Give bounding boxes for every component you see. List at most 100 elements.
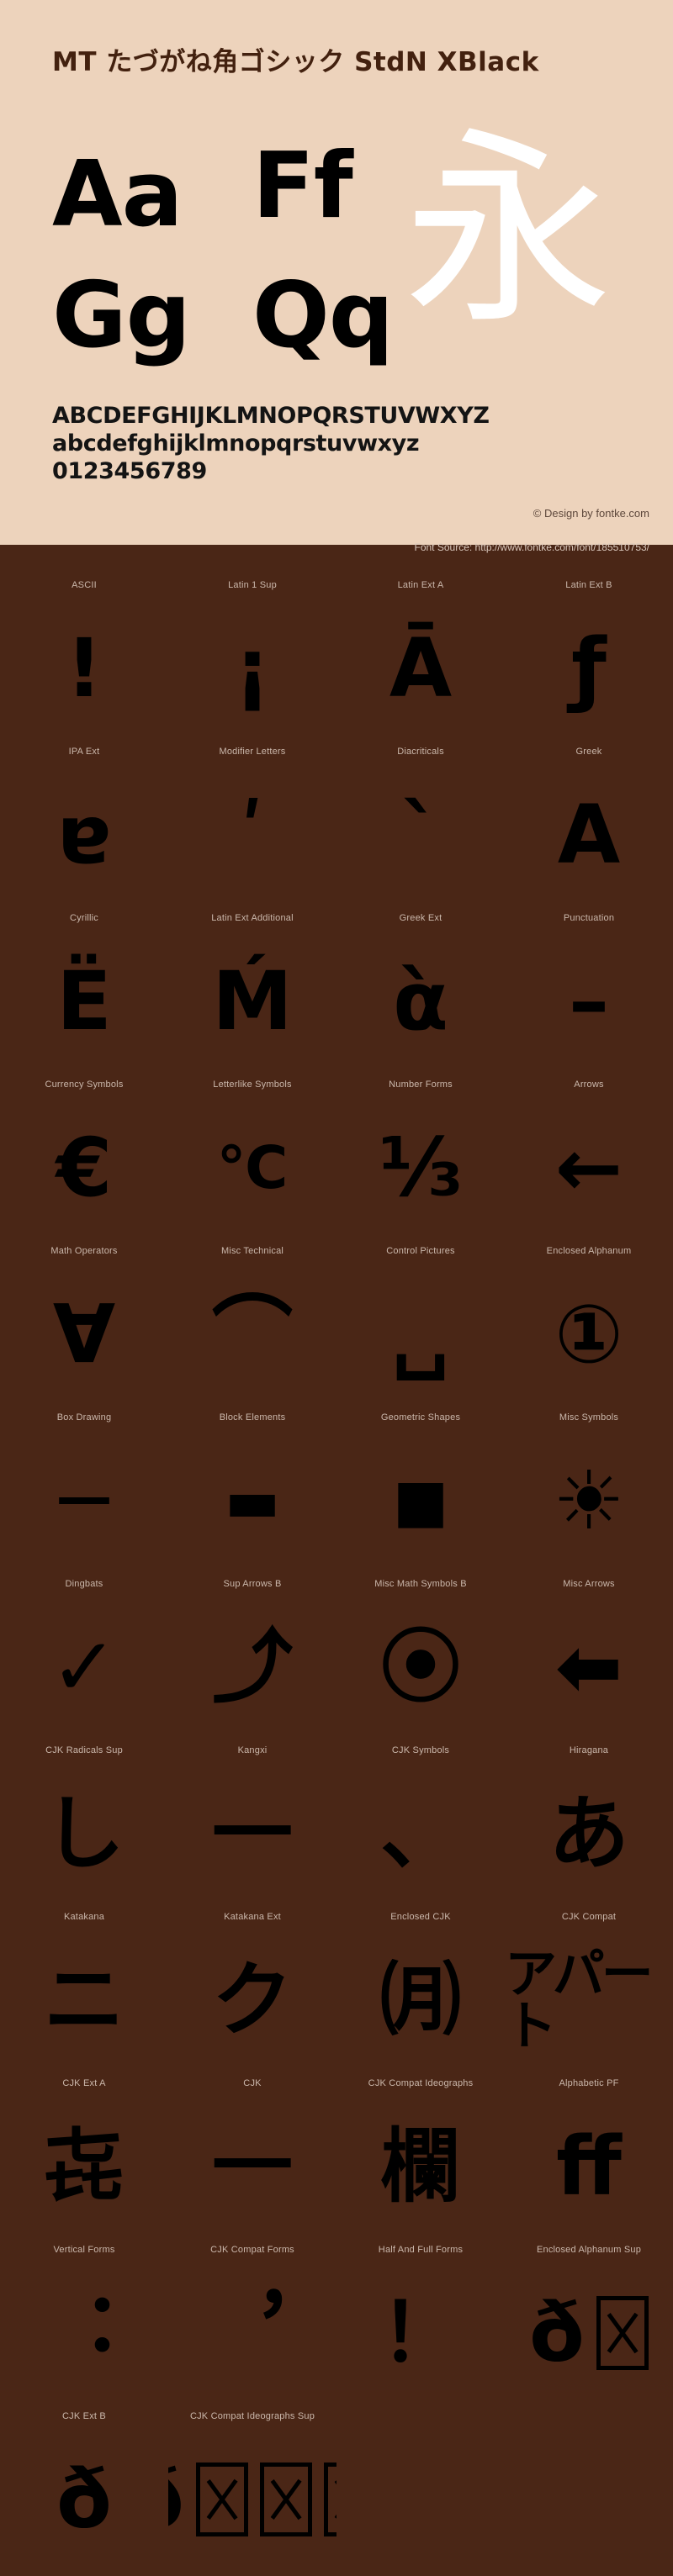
glyph-cell[interactable]: Vertical Forms ︓ bbox=[0, 2243, 168, 2410]
glyph-cell[interactable]: Latin Ext Additional Ḿ bbox=[168, 911, 336, 1078]
glyph-sample: ﬀ bbox=[556, 2119, 622, 2214]
glyph-sample-char: ð bbox=[529, 2286, 585, 2380]
glyph-block-label: Vertical Forms bbox=[53, 2245, 115, 2255]
glyph-cell[interactable]: Number Forms ⅓ bbox=[336, 1078, 505, 1244]
glyph-block-label: Punctuation bbox=[563, 913, 615, 923]
glyph-sample: ！ bbox=[380, 2286, 461, 2380]
glyph-block-label: Diacriticals bbox=[397, 747, 444, 757]
glyph-sample: し bbox=[44, 1787, 125, 1881]
glyph-sample: ① bbox=[554, 1287, 623, 1381]
glyph-sample: ʹ bbox=[240, 788, 265, 882]
glyph-cell[interactable]: CJK Compat Ideographs Sup ð bbox=[168, 2410, 336, 2576]
glyph-sample: アパート bbox=[505, 1943, 654, 2056]
glyph-sample: ■ bbox=[392, 1466, 449, 1535]
glyph-block-label: CJK bbox=[243, 2078, 262, 2088]
glyph-block-label: Misc Math Symbols B bbox=[374, 1579, 467, 1589]
glyph-cell[interactable]: Diacriticals ˋ bbox=[336, 745, 505, 911]
glyph-cell[interactable]: Misc Symbols ☀ bbox=[505, 1411, 673, 1577]
glyph-sample: ∀ bbox=[52, 1287, 116, 1381]
glyph-cell[interactable]: Punctuation – bbox=[505, 911, 673, 1078]
alphabet-specimen: ABCDEFGHIJKLMNOPQRSTUVWXYZ abcdefghijklm… bbox=[52, 402, 490, 485]
sample-pair-aa: Aa bbox=[52, 142, 183, 247]
glyph-cell[interactable]: Dingbats ✓ bbox=[0, 1577, 168, 1744]
glyph-block-label: Half And Full Forms bbox=[378, 2245, 464, 2255]
glyph-cell[interactable]: Misc Arrows ⬅ bbox=[505, 1577, 673, 1744]
glyph-cell[interactable]: Modifier Letters ʹ bbox=[168, 745, 336, 911]
glyph-block-label: Modifier Letters bbox=[219, 747, 286, 757]
glyph-sample: ¡ bbox=[234, 621, 271, 715]
glyph-sample: Ā bbox=[389, 621, 453, 715]
font-source-bar: Font Source: http://www.fontke.com/font/… bbox=[0, 541, 673, 563]
glyph-block-label: Cyrillic bbox=[70, 913, 98, 923]
glyph-block-label: Enclosed CJK bbox=[390, 1912, 451, 1922]
alphabet-lowercase: abcdefghijklmnopqrstuvwxyz bbox=[52, 430, 420, 457]
glyph-cell[interactable]: Sup Arrows B ⤴ bbox=[168, 1577, 336, 1744]
sample-pair-ff: Ff bbox=[252, 134, 353, 239]
glyph-block-label: IPA Ext bbox=[68, 747, 100, 757]
glyph-cell[interactable]: Latin 1 Sup ¡ bbox=[168, 578, 336, 745]
glyph-sample: 欄 bbox=[380, 2119, 461, 2214]
glyph-block-label: Misc Technical bbox=[220, 1246, 284, 1256]
glyph-cell[interactable]: CJK Ext B ð bbox=[0, 2410, 168, 2576]
font-source-link[interactable]: Font Source: http://www.fontke.com/font/… bbox=[415, 541, 650, 553]
glyph-cell[interactable]: Latin Ext B ƒ bbox=[505, 578, 673, 745]
glyph-cell[interactable]: Greek Ext ὰ bbox=[336, 911, 505, 1078]
glyph-cell[interactable]: IPA Ext ɐ bbox=[0, 745, 168, 911]
glyph-cell[interactable]: Currency Symbols € bbox=[0, 1078, 168, 1244]
glyph-cell[interactable]: Control Pictures ␣ bbox=[336, 1244, 505, 1411]
unicode-block-grid: ASCII! Latin 1 Sup ¡ Latin Ext A Ā Latin Ext … bbox=[0, 563, 673, 2576]
glyph-block-label: Dingbats bbox=[65, 1579, 103, 1589]
glyph-sample: Ḿ bbox=[212, 954, 293, 1048]
glyph-cell[interactable]: CJK Compat Forms ︐ bbox=[168, 2243, 336, 2410]
alphabet-uppercase: ABCDEFGHIJKLMNOPQRSTUVWXYZ bbox=[52, 403, 490, 429]
glyph-cell[interactable]: Half And Full Forms ！ bbox=[336, 2243, 505, 2410]
glyph-cell[interactable]: Geometric Shapes ■ bbox=[336, 1411, 505, 1577]
glyph-block-label: Enclosed Alphanum bbox=[546, 1246, 632, 1256]
glyph-sample: ⦿ bbox=[380, 1620, 461, 1714]
glyph-cell[interactable]: Greek Α bbox=[505, 745, 673, 911]
glyph-block-label: Alphabetic PF bbox=[559, 2078, 619, 2088]
glyph-cell[interactable]: Cyrillic Ё bbox=[0, 911, 168, 1078]
glyph-cell[interactable]: Latin Ext A Ā bbox=[336, 578, 505, 745]
glyph-cell[interactable]: Enclosed CJK ㈪ bbox=[336, 1910, 505, 2077]
glyph-sample: Α bbox=[557, 788, 621, 882]
glyph-cell[interactable]: Misc Math Symbols B ⦿ bbox=[336, 1577, 505, 1744]
glyph-block-label: Latin Ext Additional bbox=[211, 913, 294, 923]
glyph-sample: € bbox=[56, 1121, 113, 1215]
glyph-cell[interactable]: Arrows ← bbox=[505, 1078, 673, 1244]
glyph-sample: ⌒ bbox=[212, 1287, 293, 1381]
glyph-sample: ð bbox=[56, 2452, 112, 2547]
glyph-cell[interactable]: Misc Technical ⌒ bbox=[168, 1244, 336, 1411]
glyph-cell[interactable]: Box Drawing ─ bbox=[0, 1411, 168, 1577]
specimen-header: MT たづがね角ゴシック StdN XBlack Aa Ff Gg Qq 永 A… bbox=[0, 0, 673, 545]
glyph-cell[interactable]: Alphabetic PF ﬀ bbox=[505, 2077, 673, 2243]
glyph-cell[interactable]: Katakana Ext ク bbox=[168, 1910, 336, 2077]
glyph-cell[interactable]: Block Elements ▬ bbox=[168, 1411, 336, 1577]
glyph-cell[interactable]: CJK Ext A 㐂 bbox=[0, 2077, 168, 2243]
glyph-cell[interactable]: CJK Compat アパート bbox=[505, 1910, 673, 2077]
glyph-block-label: Misc Symbols bbox=[559, 1412, 619, 1423]
glyph-cell[interactable]: Letterlike Symbols ℃ bbox=[168, 1078, 336, 1244]
glyph-cell[interactable]: ASCII! bbox=[0, 578, 168, 745]
glyph-block-label: Katakana bbox=[63, 1912, 105, 1922]
glyph-sample: ɐ bbox=[56, 788, 112, 882]
glyph-cell[interactable]: CJK Compat Ideographs 欄 bbox=[336, 2077, 505, 2243]
glyph-block-label: CJK Radicals Sup bbox=[45, 1745, 123, 1755]
glyph-block-label: Latin Ext B bbox=[565, 580, 612, 590]
glyph-cell[interactable]: Math Operators ∀ bbox=[0, 1244, 168, 1411]
glyph-sample: – bbox=[569, 954, 609, 1048]
glyph-cell[interactable]: Enclosed Alphanum ① bbox=[505, 1244, 673, 1411]
glyph-sample: ␣ bbox=[391, 1287, 450, 1381]
glyph-block-label: Letterlike Symbols bbox=[213, 1079, 292, 1090]
glyph-cell[interactable]: Katakana ニ bbox=[0, 1910, 168, 2077]
glyph-block-label: Latin Ext A bbox=[397, 580, 444, 590]
glyph-cell[interactable]: CJK Radicals Sup し bbox=[0, 1744, 168, 1910]
glyph-cell[interactable]: CJK 一 bbox=[168, 2077, 336, 2243]
glyph-cell[interactable]: Kangxi 一 bbox=[168, 1744, 336, 1910]
glyph-cell[interactable]: Hiragana あ bbox=[505, 1744, 673, 1910]
glyph-sample: ☀ bbox=[552, 1454, 626, 1548]
glyph-cell[interactable]: CJK Symbols 、 bbox=[336, 1744, 505, 1910]
notdef-group: ð bbox=[168, 2459, 336, 2540]
glyph-cell[interactable]: Enclosed Alphanum Sup ð bbox=[505, 2243, 673, 2410]
glyph-sample: ð bbox=[505, 2257, 673, 2410]
